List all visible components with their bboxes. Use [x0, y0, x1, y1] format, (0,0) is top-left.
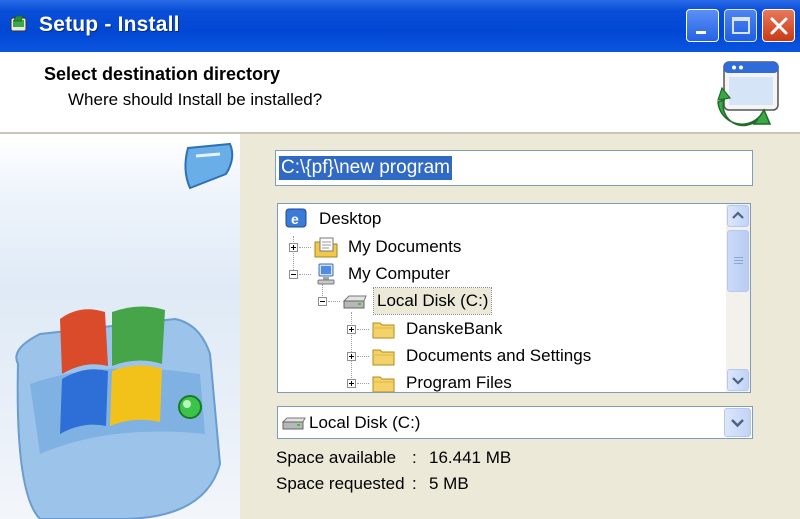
scroll-grip [734, 257, 743, 258]
maximize-icon [732, 17, 750, 34]
windows-installer-illustration [15, 142, 234, 519]
tree-item-label: Local Disk (C:) [372, 287, 493, 315]
desktop-icon: e [285, 208, 307, 228]
label-separator: : [412, 474, 417, 493]
close-icon [770, 17, 788, 35]
space-requested-value: 5 MB [429, 474, 469, 493]
chevron-up-icon [732, 211, 744, 219]
tree-item-label: My Computer [348, 264, 451, 283]
collapse-local-disk-toggle[interactable] [318, 297, 327, 306]
tree-scrollbar[interactable] [726, 204, 750, 392]
scroll-grip [734, 263, 743, 264]
label-separator: : [412, 448, 417, 467]
computer-icon [317, 263, 335, 285]
title-bar[interactable]: Setup - Install [0, 0, 800, 52]
expand-program-files-toggle[interactable] [347, 379, 356, 388]
documents-icon [314, 237, 338, 258]
expand-documents-and-settings-toggle[interactable] [347, 352, 356, 361]
space-requested-label: Space requested [276, 474, 405, 493]
window-title: Setup - Install [39, 13, 180, 36]
folder-icon [372, 349, 395, 366]
tree-item-label: Documents and Settings [406, 346, 592, 365]
page-title: Select destination directory [44, 64, 281, 84]
setup-window: Setup - Install Select destination direc… [0, 0, 800, 519]
tree-item-documents-and-settings[interactable]: Documents and Settings [371, 343, 701, 369]
scroll-up-button[interactable] [727, 205, 749, 227]
tree-connector [293, 236, 294, 272]
page-subtitle: Where should Install be installed? [68, 90, 323, 109]
tree-connector [328, 301, 340, 302]
close-button[interactable] [762, 9, 795, 42]
drive-icon [342, 295, 367, 309]
tree-item-danskebank[interactable]: DanskeBank [371, 316, 671, 342]
destination-path-text: C:\{pf}\new program [279, 156, 452, 180]
tree-connector [351, 312, 352, 384]
tree-item-my-documents[interactable]: My Documents [313, 234, 613, 260]
wizard-header: Select destination directory Where shoul… [0, 52, 800, 134]
folder-tree[interactable]: e Desktop My Documents My Computer Local… [277, 203, 751, 393]
tree-item-my-computer[interactable]: My Computer [313, 261, 613, 287]
minimize-button[interactable] [686, 9, 719, 42]
svg-text:e: e [291, 211, 299, 227]
tree-item-local-disk[interactable]: Local Disk (C:) [342, 287, 642, 315]
scroll-thumb[interactable] [727, 230, 749, 292]
drive-select-value: Local Disk (C:) [309, 413, 421, 432]
setup-app-icon [10, 15, 27, 32]
expand-danskebank-toggle[interactable] [347, 325, 356, 334]
destination-path-input[interactable]: C:\{pf}\new program [275, 150, 753, 186]
tree-item-desktop[interactable]: e Desktop [284, 206, 584, 232]
tree-item-program-files[interactable]: Program Files [371, 370, 671, 392]
folder-icon [372, 376, 395, 392]
tree-item-label: Desktop [319, 209, 382, 228]
tree-connector [357, 383, 369, 384]
scroll-down-button[interactable] [727, 369, 749, 391]
chevron-down-icon [732, 377, 744, 385]
maximize-button[interactable] [724, 9, 757, 42]
drive-dropdown-button[interactable] [724, 408, 751, 437]
tree-connector [357, 329, 369, 330]
collapse-my-computer-toggle[interactable] [289, 270, 298, 279]
space-available-value: 16.441 MB [429, 448, 512, 467]
expand-my-documents-toggle[interactable] [289, 243, 298, 252]
tree-item-label: DanskeBank [406, 319, 503, 338]
chevron-down-icon [731, 419, 744, 428]
folder-icon [372, 322, 395, 339]
wizard-side-image [0, 134, 240, 519]
setup-wizard-icon [717, 61, 779, 127]
tree-item-label: Program Files [406, 373, 512, 392]
scroll-grip [734, 260, 743, 261]
tree-item-label: My Documents [348, 237, 462, 256]
minimize-icon [696, 31, 706, 34]
drive-select[interactable]: Local Disk (C:) [277, 406, 753, 439]
tree-connector [357, 356, 369, 357]
drive-icon [282, 417, 306, 430]
tree-connector [299, 274, 311, 275]
tree-connector [299, 247, 311, 248]
space-available-label: Space available [276, 448, 397, 467]
